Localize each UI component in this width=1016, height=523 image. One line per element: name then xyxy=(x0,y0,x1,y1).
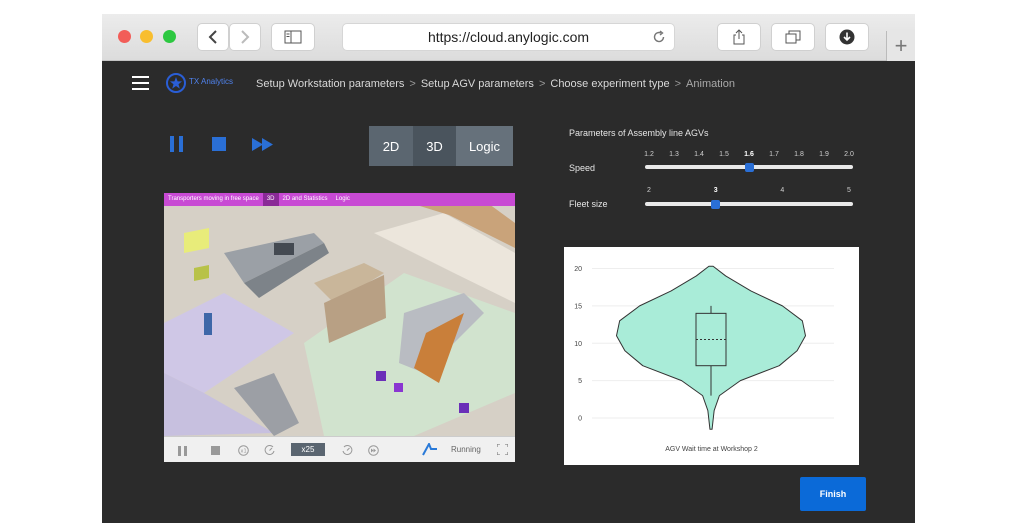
run-status: Running xyxy=(451,445,481,454)
view-mode-toggle: 2D 3D Logic xyxy=(369,126,513,166)
speed-up-icon[interactable] xyxy=(341,445,353,456)
run-fast-icon[interactable] xyxy=(368,445,379,456)
new-tab-button[interactable]: + xyxy=(886,31,915,61)
minimize-window-button[interactable] xyxy=(140,30,153,43)
slider-tick-label: 1.9 xyxy=(819,151,829,158)
logo-icon xyxy=(166,73,186,93)
slider-tick-label: 1.7 xyxy=(769,151,779,158)
slider-tick-label: 1.3 xyxy=(669,151,679,158)
fast-forward-icon[interactable] xyxy=(252,138,274,151)
breadcrumb-item[interactable]: Choose experiment type xyxy=(550,78,669,90)
menu-icon[interactable] xyxy=(132,76,149,90)
fleet-size-label: Fleet size xyxy=(569,199,608,209)
breadcrumb-item[interactable]: Setup Workstation parameters xyxy=(256,78,404,90)
slider-tick-label: 4 xyxy=(780,187,785,194)
violin-chart-plot: 0 5 10 15 20 xyxy=(574,265,834,430)
realtime-icon[interactable]: x1 xyxy=(238,445,249,456)
forward-button[interactable] xyxy=(229,23,261,51)
slider-tick-label: 1.5 xyxy=(719,151,729,158)
browser-toolbar: https://cloud.anylogic.com + xyxy=(102,14,915,61)
violin-chart: 0 5 10 15 20 AGV Wait time at Workshop 2 xyxy=(564,247,859,465)
svg-text:x1: x1 xyxy=(241,449,247,455)
chevron-right-icon xyxy=(241,30,250,44)
chevron-left-icon xyxy=(208,30,217,44)
simulation-tabs: Transporters moving in free space 3D 2D … xyxy=(164,193,515,206)
slider-tick-label: 5 xyxy=(847,187,851,194)
view-3d-button[interactable]: 3D xyxy=(413,126,456,166)
sidebar-toggle-button[interactable] xyxy=(271,23,315,51)
sim-tab-free-space[interactable]: Transporters moving in free space xyxy=(164,193,263,206)
y-tick-label: 0 xyxy=(578,416,582,423)
breadcrumb-item[interactable]: Setup AGV parameters xyxy=(421,78,534,90)
browser-window: https://cloud.anylogic.com + TX Analytic… xyxy=(102,14,915,523)
fullscreen-icon[interactable] xyxy=(497,444,508,455)
y-tick-label: 15 xyxy=(574,303,582,310)
stop-icon[interactable] xyxy=(211,446,220,455)
chart-x-label: AGV Wait time at Workshop 2 xyxy=(665,446,758,453)
breadcrumb-current: Animation xyxy=(686,78,735,90)
speed-slider-handle[interactable] xyxy=(744,162,754,172)
sidebar-icon xyxy=(284,30,302,44)
speed-slider[interactable] xyxy=(645,162,853,172)
download-icon xyxy=(839,29,855,45)
tabs-icon xyxy=(785,30,801,44)
slider-tick-label: 3 xyxy=(713,187,718,194)
y-tick-label: 20 xyxy=(574,266,582,273)
address-bar[interactable]: https://cloud.anylogic.com xyxy=(342,23,675,51)
sim-tab-logic[interactable]: Logic xyxy=(332,193,354,206)
breadcrumb: Setup Workstation parameters > Setup AGV… xyxy=(256,78,735,90)
download-button[interactable] xyxy=(825,23,869,51)
breadcrumb-separator: > xyxy=(409,78,416,90)
speed-label: Speed xyxy=(569,163,596,173)
y-tick-label: 5 xyxy=(578,378,582,385)
simulation-viewport[interactable]: Transporters moving in free space 3D 2D … xyxy=(164,193,515,462)
breadcrumb-separator: > xyxy=(674,78,682,90)
slider-tick-label: 2 xyxy=(647,187,651,194)
slider-tick-label: 1.6 xyxy=(744,151,754,158)
slider-tick-label: 1.2 xyxy=(644,151,654,158)
share-icon xyxy=(733,29,745,45)
share-button[interactable] xyxy=(717,23,761,51)
violin-shape xyxy=(616,265,806,430)
slider-tick-label: 1.4 xyxy=(694,151,704,158)
y-tick-label: 10 xyxy=(574,341,582,348)
pause-icon[interactable] xyxy=(178,446,187,456)
stop-icon[interactable] xyxy=(212,137,226,151)
slow-down-icon[interactable] xyxy=(264,445,276,456)
slider-tick-label: 1.8 xyxy=(794,151,804,158)
reload-icon[interactable] xyxy=(652,30,666,44)
url-text: https://cloud.anylogic.com xyxy=(427,29,590,45)
sim-tab-2d-statistics[interactable]: 2D and Statistics xyxy=(279,193,332,206)
slider-tick-label: 2.0 xyxy=(844,151,854,158)
fleet-size-slider[interactable] xyxy=(645,199,853,209)
fleet-size-ticks: 2 3 4 5 xyxy=(645,187,853,197)
back-button[interactable] xyxy=(197,23,229,51)
speed-ticks: 1.2 1.3 1.4 1.5 1.6 1.7 1.8 1.9 2.0 xyxy=(644,151,854,161)
brand-name: TX Analytics xyxy=(189,77,234,86)
sim-tab-3d[interactable]: 3D xyxy=(262,193,279,206)
factory-3d-view xyxy=(164,193,515,462)
view-logic-button[interactable]: Logic xyxy=(456,126,513,166)
parameters-title: Parameters of Assembly line AGVs xyxy=(569,128,709,138)
anylogic-logo-icon xyxy=(422,443,437,456)
breadcrumb-separator: > xyxy=(538,78,546,90)
speed-badge: x25 xyxy=(291,443,325,456)
tabs-button[interactable] xyxy=(771,23,815,51)
close-window-button[interactable] xyxy=(118,30,131,43)
pause-icon[interactable] xyxy=(170,136,184,152)
finish-button[interactable]: Finish xyxy=(800,477,866,511)
maximize-window-button[interactable] xyxy=(163,30,176,43)
view-2d-button[interactable]: 2D xyxy=(369,126,413,166)
simulation-toolbar: x1 x25 Running xyxy=(164,436,515,462)
app-content: TX Analytics Setup Workstation parameter… xyxy=(102,61,915,523)
fleet-size-slider-handle[interactable] xyxy=(711,199,721,209)
